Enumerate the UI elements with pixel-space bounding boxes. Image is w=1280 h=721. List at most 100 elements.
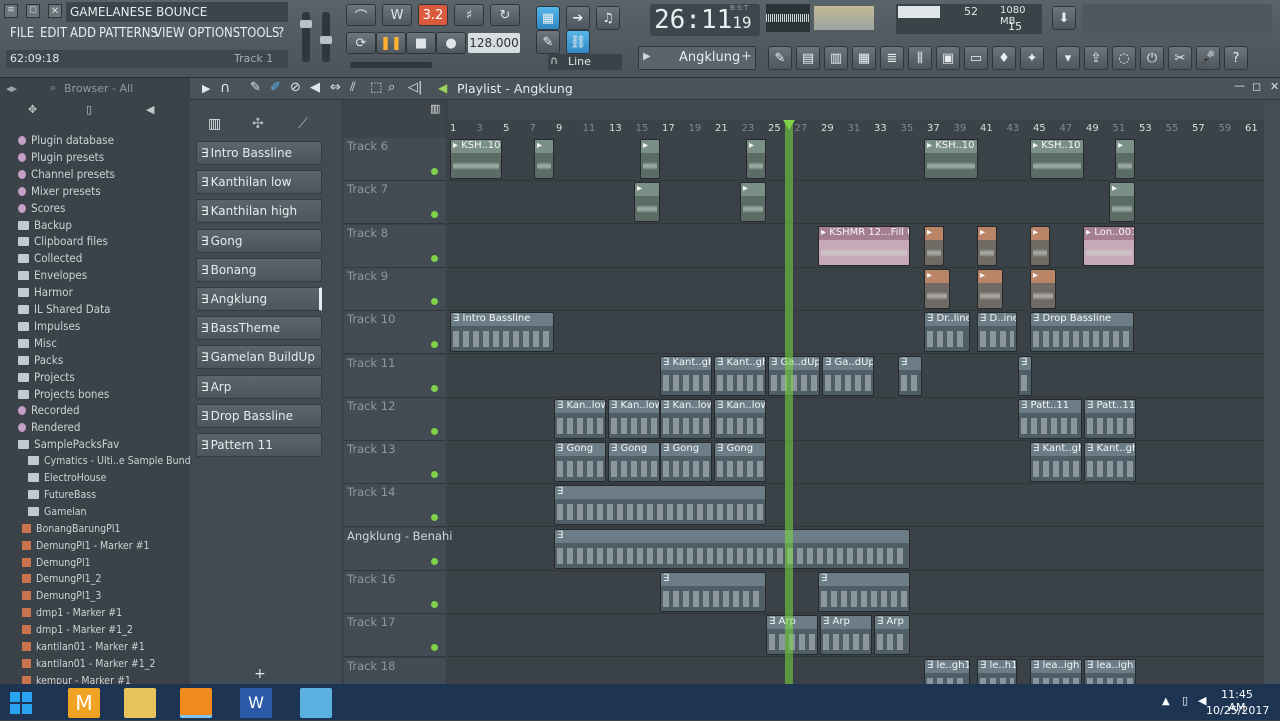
playlist-clip[interactable]: ∃ Drop Bassline [1030,312,1134,353]
master-volume-slider[interactable] [300,12,312,62]
record-button[interactable]: ● [436,32,466,54]
playlist-clip[interactable]: ▸ [740,182,766,223]
menu-add[interactable]: ADD [70,26,96,41]
playlist-clip[interactable]: ▸ [1030,268,1056,309]
track-enable-led[interactable] [431,341,438,349]
minimize-icon[interactable]: — [1234,79,1245,92]
track-enable-led[interactable] [431,384,438,392]
track-lane[interactable]: ∃ Kan..low ∃ Kan..low ∃ Kan..low ∃ Kan..low… [448,398,1264,441]
tempo-fine-slider[interactable] [350,62,432,68]
track-enable-led[interactable] [431,471,438,479]
browser-item[interactable]: dmp1 - Marker #1_2 [22,622,133,639]
browser-search-icon[interactable]: ⌕ [50,81,56,95]
track-enable-led[interactable] [431,514,438,522]
channel-button[interactable]: ∃ Intro Bassline [196,141,322,165]
mute-tool-icon[interactable]: ◀ [310,80,320,95]
download-icon[interactable]: ⬇ [1052,6,1076,30]
playlist-clip[interactable]: ∃ Kan..low [660,398,712,439]
playlist-arrow-icon[interactable]: ▶ [202,82,210,95]
playlist-overview[interactable] [448,100,1264,120]
playlist-clip[interactable]: ∃ Patt..11 [1084,398,1136,439]
add-channel-icon[interactable]: + [254,666,266,682]
browser-item[interactable]: Projects bones [18,386,109,403]
playlist-clip[interactable]: ∃ Arp [874,615,910,656]
browser-item[interactable]: Plugin presets [18,149,104,166]
power-icon[interactable]: ⏻ [1140,46,1164,70]
link-icon[interactable]: ⛓ [566,30,590,54]
news-panel[interactable] [1082,4,1272,34]
playlist-clip[interactable]: ∃ D..ine [977,312,1017,353]
playlist-clip[interactable]: ∃ Intro Bassline [450,312,554,353]
track-enable-led[interactable] [431,557,438,565]
pattern-mode-icon[interactable]: ▦ [536,6,560,30]
playlist-clip[interactable]: ∃ Kant..gh [1084,442,1136,483]
browser-nav-icon[interactable]: ◂▸ [6,82,17,95]
file-icon[interactable]: ▯ [86,103,92,116]
track-header[interactable]: Track 7 [344,181,446,225]
track-enable-led[interactable] [431,427,438,435]
collapse-icon[interactable]: ✥ [28,103,37,116]
loop-record-icon[interactable]: ↻ [490,4,520,26]
browser-item[interactable]: Recorded [18,402,80,419]
channel-button[interactable]: ∃ Arp [196,374,322,399]
playlist-clip[interactable]: ∃ Gong [660,442,712,483]
browser-item[interactable]: kantilan01 - Marker #1_2 [22,656,155,673]
channel-selector[interactable]: ▶ Angklung + [638,46,756,70]
playlist-clip[interactable]: ▸ [640,139,660,179]
playlist-clip[interactable]: ▸ KSH..10 [924,139,978,179]
snap-selector[interactable]: ∩ Line [548,54,622,70]
browser-item[interactable]: Packs [18,352,63,369]
piano-roll-icon[interactable]: ▥ [824,46,848,70]
track-lane[interactable]: ∃ ∃ [448,571,1264,614]
playlist-clip[interactable]: ▸ KSH..10 [1030,139,1084,179]
render-icon[interactable]: ⇪ [1084,46,1108,70]
browser-item[interactable]: kantilan01 - Marker #1 [22,639,145,656]
windows-start-icon[interactable] [6,688,38,718]
graph-icon[interactable]: ✣ [252,116,264,132]
browser-item[interactable]: Mixer presets [18,183,101,200]
browser-item[interactable]: ElectroHouse [28,470,106,487]
header-picker-icon[interactable]: ▥ [430,102,440,115]
playhead-marker-icon[interactable] [783,120,795,130]
slip-tool-icon[interactable]: ⇔ [330,80,341,95]
plugin-icon[interactable]: ♦ [992,46,1016,70]
word-icon[interactable]: W [240,688,272,718]
channel-button[interactable]: ∃ Kanthilan low [196,170,322,195]
track-lane[interactable]: ▸ KSH..10 ▸ ▸ ▸ ▸ KSH..10 ▸ KSH..10 ▸ [448,138,1264,181]
browser-item[interactable]: DemungPl1 - Marker #1 [22,538,150,555]
playlist-clip[interactable]: ∃ Patt..11 [1018,398,1082,439]
channel-button[interactable]: ∃ Kanthilan high [196,199,322,224]
wait-input-icon[interactable]: W [382,4,412,26]
track-enable-led[interactable] [431,254,438,262]
track-enable-led[interactable] [431,644,438,652]
playlist-clip[interactable]: ▸ KSHMR 12...Fill 04 [818,225,910,266]
restore-icon[interactable]: ◻ [26,4,40,18]
track-lane[interactable]: ▸ KSHMR 12...Fill 04▸ ▸ ▸ ▸ Lon..001 [448,225,1264,268]
track-header[interactable]: Track 9 [344,267,446,311]
menu-edit[interactable]: EDIT [40,26,67,41]
pin-icon[interactable]: ✎ [768,46,792,70]
countdown-button[interactable]: 3.2 [418,4,448,26]
slice-tool-icon[interactable]: ⫽ [350,80,356,95]
playlist-clip[interactable]: ▸ [924,268,950,309]
song-mode-icon[interactable]: ➔ [566,6,590,30]
track-enable-led[interactable] [431,297,438,305]
menu-icon[interactable]: ≡ [4,4,18,18]
browser-item[interactable]: Misc [18,335,57,352]
pencil-tool-icon[interactable]: ✎ [536,30,560,54]
playlist-clip[interactable]: ∃ [1018,355,1032,396]
playlist-clip[interactable]: ▸ [1030,225,1050,266]
folder-icon[interactable]: ▭ [964,46,988,70]
playlist-clip[interactable]: ∃ [554,485,766,526]
track-enable-led[interactable] [431,168,438,175]
playlist-clip[interactable]: ▸ [746,139,766,179]
pause-button[interactable]: ❚❚ [376,32,406,54]
playlist-clip[interactable]: ▸ KSH..10 [450,139,502,179]
speaker-icon[interactable]: ◀ [146,103,154,116]
stop-button[interactable]: ■ [406,32,436,54]
browser-item[interactable]: Rendered [18,419,80,436]
browser-item[interactable]: Cymatics - Ulti..e Sample Bundle [28,453,199,470]
channel-button[interactable]: ∃ Angklung [196,287,322,311]
menu-file[interactable]: FILE [10,26,34,41]
browser-item[interactable]: Gamelan [28,504,87,521]
